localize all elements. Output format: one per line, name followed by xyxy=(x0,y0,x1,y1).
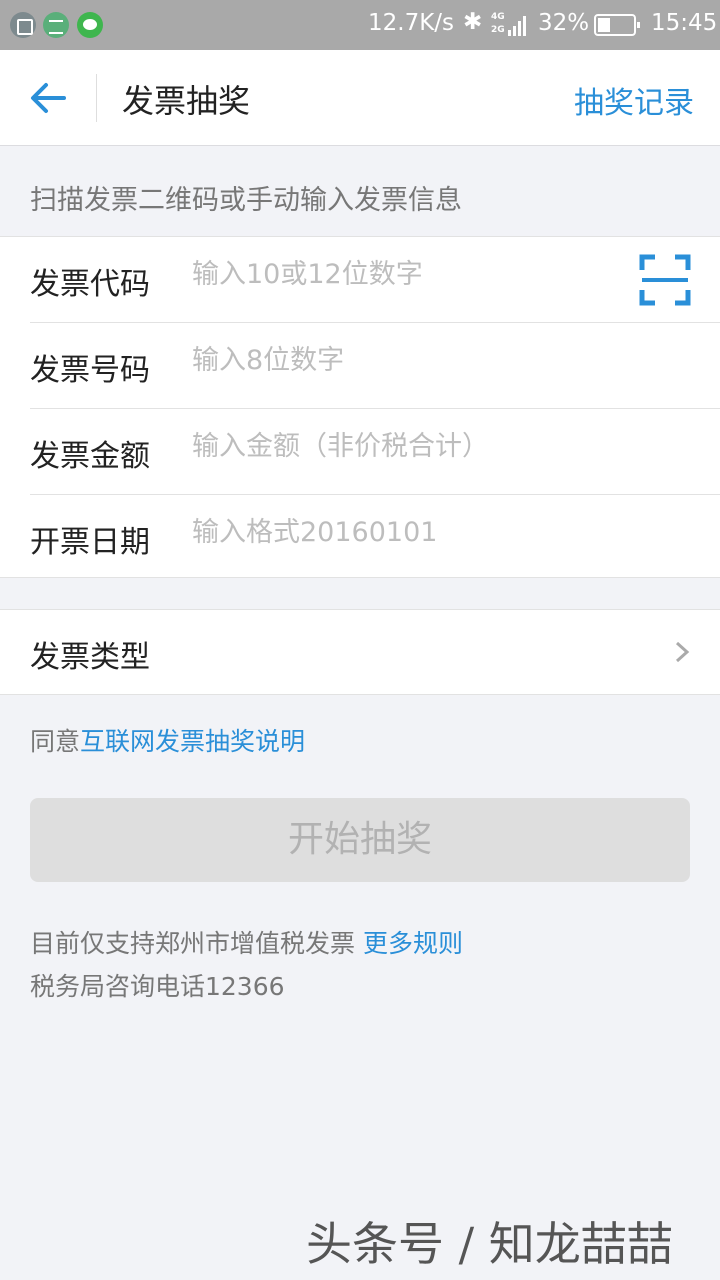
invoice-date-input[interactable] xyxy=(192,517,632,548)
network-type: 4G 2G xyxy=(491,12,505,35)
page-title: 发票抽奖 xyxy=(122,82,251,120)
signal-icon xyxy=(508,14,530,36)
music-notification-icon xyxy=(43,12,69,38)
chevron-right-icon xyxy=(675,641,690,663)
form-hint: 扫描发票二维码或手动输入发票信息 xyxy=(30,185,462,216)
agreement-prefix: 同意 xyxy=(30,727,81,756)
support-note: 目前仅支持郑州市增值税发票 更多规则 xyxy=(30,922,463,965)
invoice-code-row: 发票代码 xyxy=(30,237,720,323)
invoice-type-label: 发票类型 xyxy=(30,640,150,675)
notes: 目前仅支持郑州市增值税发票 更多规则 税务局咨询电话12366 xyxy=(30,922,463,1008)
network-speed: 12.7K/s xyxy=(368,10,455,36)
phone-note: 税务局咨询电话12366 xyxy=(30,972,285,1001)
invoice-number-label: 发票号码 xyxy=(30,353,150,388)
gallery-notification-icon xyxy=(10,12,36,38)
lottery-record-link[interactable]: 抽奖记录 xyxy=(574,78,694,122)
invoice-amount-row: 发票金额 xyxy=(30,409,720,495)
invoice-amount-input[interactable] xyxy=(192,431,632,462)
battery-icon xyxy=(594,14,640,36)
clock: 15:45 xyxy=(651,10,718,36)
watermark: 头条号 / 知龙喆喆 xyxy=(306,1217,673,1271)
back-arrow-icon[interactable] xyxy=(30,82,66,114)
invoice-number-input[interactable] xyxy=(192,345,632,376)
invoice-type-row[interactable]: 发票类型 xyxy=(0,609,720,695)
invoice-amount-label: 发票金额 xyxy=(30,439,150,474)
invoice-code-input[interactable] xyxy=(192,259,632,290)
battery-percent: 32% xyxy=(538,10,590,36)
wechat-notification-icon xyxy=(77,12,103,38)
scan-icon[interactable] xyxy=(639,254,691,306)
invoice-number-row: 发票号码 xyxy=(30,323,720,409)
support-text: 目前仅支持郑州市增值税发票 xyxy=(30,929,356,958)
start-lottery-button[interactable]: 开始抽奖 xyxy=(30,798,690,882)
lottery-rules-link[interactable]: 互联网发票抽奖说明 xyxy=(80,727,305,756)
bluetooth-icon: ✱ xyxy=(463,9,483,35)
status-bar: 12.7K/s ✱ 4G 2G 32% 15:45 xyxy=(0,0,720,50)
invoice-code-label: 发票代码 xyxy=(30,267,150,302)
invoice-date-row: 开票日期 xyxy=(30,495,720,581)
invoice-form: 发票代码 发票号码 发票金额 开票日期 xyxy=(0,236,720,578)
app-header: 发票抽奖 抽奖记录 xyxy=(0,50,720,146)
header-divider xyxy=(96,74,97,122)
invoice-date-label: 开票日期 xyxy=(30,525,150,560)
more-rules-link[interactable]: 更多规则 xyxy=(363,929,463,958)
agreement-text: 同意互联网发票抽奖说明 xyxy=(30,722,305,758)
